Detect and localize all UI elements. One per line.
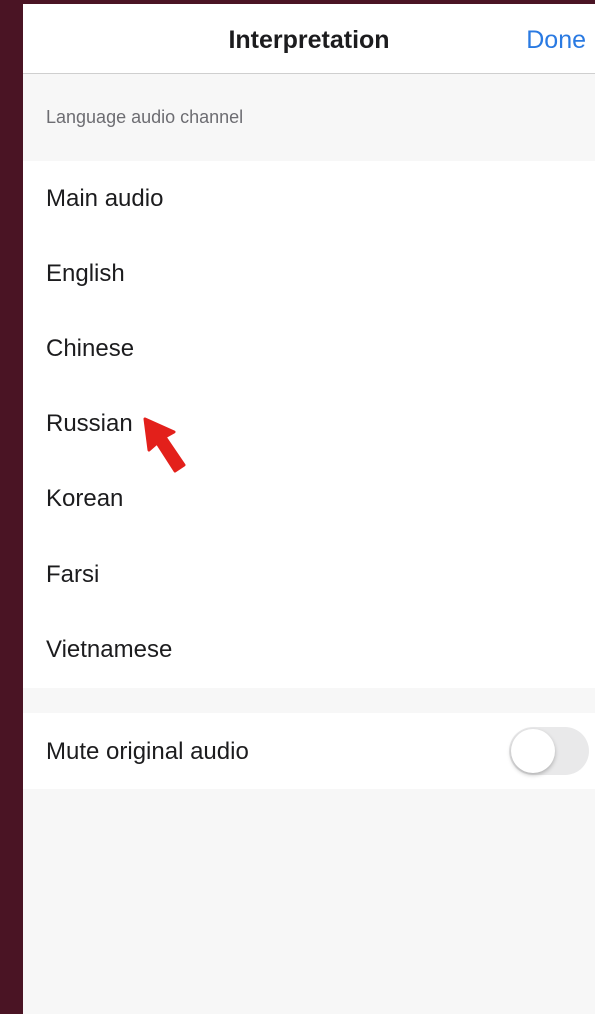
section-header-language-audio-channel: Language audio channel: [46, 107, 244, 127]
language-option-label: Chinese: [46, 335, 135, 362]
language-option-russian[interactable]: Russian: [23, 386, 595, 461]
page-title: Interpretation: [228, 26, 390, 54]
language-option-korean[interactable]: Korean: [23, 461, 595, 536]
toggle-knob: [511, 729, 555, 773]
red-pointer-arrow-icon: [143, 417, 186, 473]
done-button[interactable]: Done: [526, 26, 586, 55]
language-option-label: English: [46, 260, 125, 287]
language-option-vietnamese[interactable]: Vietnamese: [23, 612, 595, 687]
language-option-label: Main audio: [46, 185, 164, 212]
mute-original-audio-toggle[interactable]: [509, 727, 589, 775]
language-option-chinese[interactable]: Chinese: [23, 311, 595, 386]
navigation-bar: Interpretation Done: [23, 4, 595, 74]
window-left-border: [0, 0, 23, 1014]
language-option-label: Farsi: [46, 561, 100, 588]
language-option-main-audio[interactable]: Main audio: [23, 161, 595, 236]
language-option-label: Vietnamese: [46, 636, 173, 663]
language-option-label: Russian: [46, 410, 133, 437]
language-option-label: Korean: [46, 485, 124, 512]
language-option-farsi[interactable]: Farsi: [23, 537, 595, 612]
language-option-english[interactable]: English: [23, 236, 595, 311]
mute-original-audio-row: Mute original audio: [23, 713, 595, 789]
interpretation-sheet: Interpretation Done Language audio chann…: [23, 4, 595, 1014]
language-list: Main audio English Chinese Russian Korea…: [23, 161, 595, 688]
mute-original-audio-label: Mute original audio: [46, 738, 249, 765]
